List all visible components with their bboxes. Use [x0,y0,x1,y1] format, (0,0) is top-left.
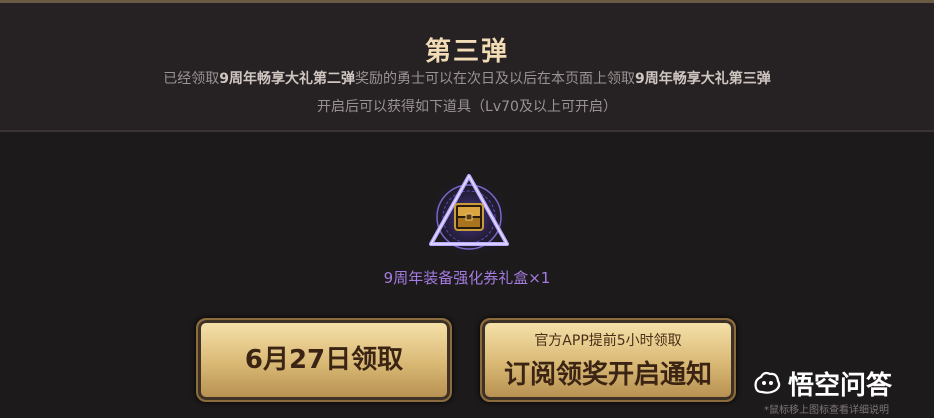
reward-name: 9周年装备强化券礼盒×1 [383,269,551,287]
claim-date-button[interactable]: 6月27日领取 [196,318,452,402]
desc-highlight-2nd-gift: 9周年畅享大礼第二弹 [219,71,355,87]
description-line-1: 已经领取9周年畅享大礼第二弹奖励的勇士可以在次日及以后在本页面上领取9周年畅享大… [0,68,934,88]
page-title: 第三弹 [424,37,509,67]
description-line-2: 开启后可以获得如下道具（Lv70及以上可开启） [317,99,617,115]
desc-part-1: 已经领取 [163,71,220,87]
claim-date-label: 6月27日领取 [244,345,404,375]
watermark-text: 悟空问答 [788,370,893,401]
subscribe-label: 订阅领奖开启通知 [503,360,712,390]
event-header: 第三弹 已经领取9周年畅享大礼第二弹奖励的勇士可以在次日及以后在本页面上领取9周… [0,3,934,132]
desc-part-3: 奖励的勇士可以在次日及以后在本页面上领取 [355,71,635,87]
watermark: 悟空问答 [752,366,893,401]
hover-hint: *鼠标移上图标查看详细说明 [764,405,889,416]
app-early-claim-note: 官方APP提前5小时领取 [534,333,682,349]
treasure-box-icon[interactable] [421,170,517,260]
desc-highlight-3rd-gift: 9周年畅享大礼第三弹 [635,71,771,87]
wukong-logo-icon [754,371,781,394]
subscribe-notification-button[interactable]: 官方APP提前5小时领取 订阅领奖开启通知 [480,318,736,402]
